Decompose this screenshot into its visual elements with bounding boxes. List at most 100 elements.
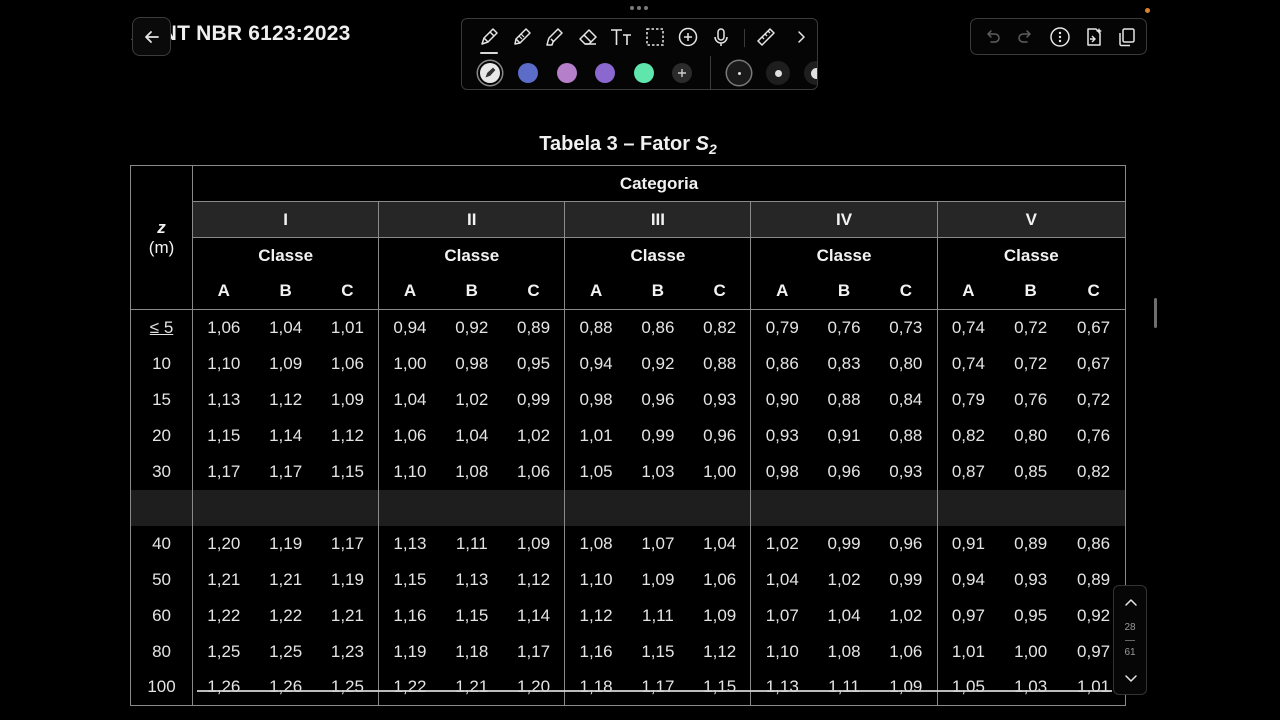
table-cell: 1,06	[192, 309, 255, 346]
table-cell: 1,10	[378, 453, 441, 490]
color-swatch-pink[interactable]	[557, 63, 577, 83]
table-cell: 1,06	[889, 641, 923, 661]
table-caption-text: Tabela 3 – Fator	[539, 133, 696, 155]
table-cell: 1,19	[378, 633, 441, 670]
table-cell	[875, 489, 938, 526]
table-cell: 1,18	[564, 669, 627, 706]
table-cell: 1,25	[192, 633, 255, 670]
table-cell: 1,22	[192, 597, 255, 634]
stroke-size-small[interactable]	[727, 61, 751, 85]
more-options-icon	[1049, 26, 1071, 48]
redo-icon	[1017, 28, 1035, 46]
table-cell: 1,15	[703, 677, 737, 697]
previous-page-button[interactable]	[1123, 595, 1139, 611]
z-value-cell	[130, 489, 193, 526]
table-cell: 1,17	[330, 533, 364, 553]
table-body: ≤ 5 1,06 1,04 1,01 0,94 0,92 0,89 0,88 0,86 0,82 0…	[130, 309, 1126, 706]
undo-button[interactable]	[979, 24, 1005, 50]
table-cell: 0,94	[564, 345, 627, 382]
table-cell: 0,74	[936, 345, 1000, 382]
toolbar-drag-handle[interactable]	[630, 6, 648, 10]
back-button[interactable]	[132, 17, 171, 56]
table-caption-symbol: S	[695, 133, 709, 155]
page-navigator: 28 61	[1113, 585, 1147, 695]
lasso-select-button[interactable]	[642, 24, 668, 50]
table-cell: 0,89	[1014, 533, 1048, 553]
category-row: I II III IV V	[131, 201, 1126, 238]
class-letter-header: C	[875, 273, 938, 310]
table-cell: 1,13	[192, 381, 255, 418]
table-cell: 0,80	[889, 353, 923, 373]
table-cell: 0,96	[641, 389, 675, 409]
page-export-button[interactable]	[1081, 24, 1107, 50]
color-swatch-blue[interactable]	[518, 63, 538, 83]
table-cell: 0,93	[703, 389, 737, 409]
add-color-button[interactable]	[672, 63, 692, 83]
table-cell: 1,09	[330, 389, 364, 409]
class-letter-header: C	[502, 273, 565, 310]
record-audio-button[interactable]	[708, 24, 734, 50]
table-cell: 0,88	[564, 309, 627, 346]
document-actions-toolbar	[970, 18, 1147, 55]
table-cell: 1,21	[330, 605, 364, 625]
color-swatch-green[interactable]	[634, 63, 654, 83]
table-cell: 0,72	[1077, 389, 1111, 409]
table-cell: 1,04	[827, 605, 861, 625]
table-caption: Tabela 3 – Fator S2	[0, 133, 1256, 157]
table-cell: 1,00	[378, 345, 441, 382]
table-cell: 0,88	[703, 353, 737, 373]
table-cell: 1,25	[269, 641, 303, 661]
table-cell: 0,76	[813, 309, 876, 346]
color-swatch-purple[interactable]	[595, 63, 615, 83]
stroke-size-medium[interactable]	[766, 61, 790, 85]
table-cell: 0,79	[936, 381, 1000, 418]
drawing-toolbar	[461, 18, 818, 90]
eraser-tool-button[interactable]	[575, 24, 601, 50]
table-cell: 0,91	[827, 425, 861, 445]
pencil-tool-button[interactable]	[509, 24, 535, 50]
more-options-button[interactable]	[1047, 24, 1073, 50]
pencil-icon	[511, 26, 533, 48]
table-row: 10 1,10 1,09 1,06 1,00 0,98 0,95 0,94 0,92 0,88 0,…	[131, 345, 1126, 382]
table-cell: 1,04	[750, 561, 814, 598]
table-cell: 1,11	[641, 605, 674, 625]
ink-stroke[interactable]	[197, 690, 1112, 692]
table-cell: 1,21	[269, 569, 303, 589]
duplicate-pages-button[interactable]	[1114, 24, 1140, 50]
z-header: z (m)	[130, 165, 193, 310]
category-3-header: III	[564, 201, 751, 238]
text-tool-button[interactable]	[608, 24, 634, 50]
table-cell: 1,04	[378, 381, 441, 418]
table-cell: 1,08	[564, 525, 627, 562]
table-row: 40 1,20 1,19 1,17 1,13 1,11 1,09 1,08 1,07 1,04 1,…	[131, 525, 1126, 562]
stroke-size-large[interactable]	[804, 61, 817, 85]
z-value-cell: 40	[152, 533, 171, 553]
add-element-button[interactable]	[675, 24, 701, 50]
table-cell: 1,13	[455, 569, 489, 589]
table-cell: 0,99	[827, 533, 861, 553]
table-cell: 1,17	[641, 677, 675, 697]
table-cell: 0,97	[936, 597, 1000, 634]
highlighter-icon	[544, 26, 566, 48]
notes-app-window: ABNT NBR 6123:2023 Tabela 3 – Fator S2 z…	[0, 0, 1280, 720]
class-letter-header: A	[378, 273, 441, 310]
arrow-left-icon	[143, 28, 161, 46]
highlighter-tool-button[interactable]	[542, 24, 568, 50]
table-cell: 0,76	[1077, 425, 1111, 445]
category-header: Categoria	[192, 165, 1126, 202]
more-tools-button[interactable]	[788, 24, 814, 50]
ruler-tool-button[interactable]	[753, 24, 779, 50]
redo-button[interactable]	[1013, 24, 1039, 50]
table-cell: 1,10	[192, 345, 255, 382]
next-page-button[interactable]	[1123, 670, 1139, 686]
table-row: 80 1,25 1,25 1,23 1,19 1,18 1,17 1,16 1,15 1,12 1,…	[131, 633, 1126, 670]
toolbar-divider	[710, 56, 711, 90]
color-swatch-white[interactable]	[480, 63, 500, 83]
pen-tool-button[interactable]	[476, 24, 502, 54]
class-letter-header: B	[254, 273, 317, 310]
z-value-cell: 20	[152, 425, 171, 445]
table-cell	[1062, 489, 1126, 526]
scrollbar-thumb[interactable]	[1154, 298, 1157, 328]
table-cell: 0,92	[440, 309, 503, 346]
text-tool-icon	[609, 26, 633, 48]
